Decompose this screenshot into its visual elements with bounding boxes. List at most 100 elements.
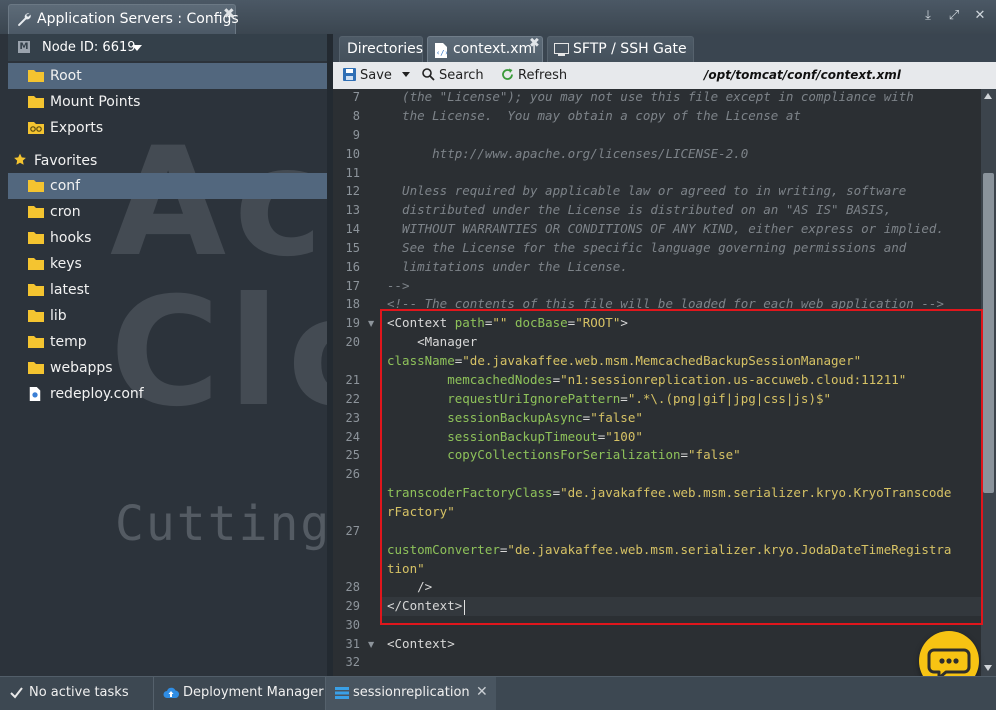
favorite-item-label: cron — [50, 204, 81, 220]
favorite-item-label: redeploy.conf — [50, 386, 144, 402]
star-icon — [14, 153, 26, 165]
favorites-header[interactable]: Favorites — [8, 148, 327, 174]
line-number: 12 — [345, 184, 360, 198]
tab-label: Directories — [347, 41, 424, 57]
favorite-item-redeploy-conf[interactable]: redeploy.conf — [8, 381, 327, 407]
favorite-item-latest[interactable]: latest — [8, 277, 327, 303]
save-button[interactable]: Save — [343, 68, 411, 83]
tree-item-label: Mount Points — [50, 94, 141, 110]
scroll-thumb[interactable] — [983, 173, 994, 493]
code-line: (the "License"); you may not use this fi… — [387, 89, 914, 104]
window-title-tab[interactable]: Application Servers : Configs ✖ — [8, 4, 239, 34]
folder-icon — [28, 70, 44, 82]
line-number: 7 — [352, 90, 360, 104]
config-file-icon — [29, 387, 41, 401]
tree-item-label: Root — [50, 68, 82, 84]
node-icon: M — [18, 41, 30, 53]
favorite-item-label: lib — [50, 308, 67, 324]
close-window-icon[interactable]: ✕ — [972, 8, 988, 24]
editor-scrollbar[interactable] — [981, 89, 996, 676]
scroll-up-icon[interactable] — [984, 93, 992, 99]
window-title: Application Servers : Configs — [37, 11, 239, 27]
line-number: 32 — [345, 655, 360, 669]
close-icon[interactable]: ✕ — [476, 684, 488, 700]
line-number: 27 — [345, 524, 360, 538]
editor-toolbar: Save Search Refresh /opt/tomcat/conf/con… — [333, 62, 996, 90]
environment-tab-label: sessionreplication — [353, 685, 470, 700]
favorite-item-label: webapps — [50, 360, 113, 376]
scroll-down-icon[interactable] — [984, 665, 992, 671]
folder-icon — [28, 336, 44, 348]
xml-file-icon: ‹/› — [435, 43, 448, 58]
favorite-item-webapps[interactable]: webapps — [8, 355, 327, 381]
favorite-item-cron[interactable]: cron — [8, 199, 327, 225]
line-number: 21 — [345, 373, 360, 387]
line-number: 16 — [345, 260, 360, 274]
tab-label: context.xml — [453, 41, 537, 57]
fold-arrow-icon[interactable]: ▼ — [368, 319, 374, 328]
terminal-icon — [554, 43, 569, 56]
node-selector[interactable]: M Node ID: 6619 — [8, 34, 327, 61]
folder-icon — [28, 258, 44, 270]
close-icon[interactable]: ✖ — [223, 6, 235, 22]
favorite-item-label: keys — [50, 256, 82, 272]
search-button[interactable]: Search — [422, 68, 484, 83]
line-number: 18 — [345, 297, 360, 311]
favorite-item-hooks[interactable]: hooks — [8, 225, 327, 251]
search-icon — [422, 68, 435, 81]
line-number: 23 — [345, 411, 360, 425]
favorite-item-temp[interactable]: temp — [8, 329, 327, 355]
tree-item-root[interactable]: Root — [8, 63, 327, 89]
line-number: 30 — [345, 618, 360, 632]
refresh-button[interactable]: Refresh — [501, 68, 567, 83]
folder-icon — [28, 232, 44, 244]
favorite-item-label: latest — [50, 282, 90, 298]
close-tab-icon[interactable]: ✖ — [529, 36, 540, 51]
code-line: See the License for the specific languag… — [387, 240, 907, 255]
expand-icon[interactable]: ⤢ — [946, 8, 962, 24]
line-number: 14 — [345, 222, 360, 236]
highlight-annotation-box — [380, 309, 983, 625]
refresh-label: Refresh — [518, 68, 568, 83]
fold-arrow-icon[interactable]: ▼ — [368, 640, 374, 649]
line-number: 15 — [345, 241, 360, 255]
deployment-manager-button[interactable]: Deployment Manager — [154, 677, 326, 710]
folder-icon — [28, 96, 44, 108]
bottom-task-bar: No active tasks Deployment Manager sessi… — [0, 676, 996, 710]
line-number: 28 — [345, 580, 360, 594]
download-icon[interactable]: ⤓ — [920, 8, 936, 24]
line-number: 13 — [345, 203, 360, 217]
tab-directories[interactable]: Directories — [339, 36, 423, 62]
favorite-item-conf[interactable]: conf — [8, 173, 327, 199]
tab-sftp-ssh-gate[interactable]: SFTP / SSH Gate — [547, 36, 694, 62]
cloud-upload-icon — [163, 687, 179, 699]
tree-item-exports[interactable]: Exports — [8, 115, 327, 141]
code-line: WITHOUT WARRANTIES OR CONDITIONS OF ANY … — [387, 221, 944, 236]
save-icon — [343, 68, 356, 81]
line-number: 26 — [345, 467, 360, 481]
favorite-item-lib[interactable]: lib — [8, 303, 327, 329]
exports-icon — [28, 122, 44, 134]
line-number: 20 — [345, 335, 360, 349]
task-status[interactable]: No active tasks — [0, 677, 154, 710]
folder-icon — [28, 206, 44, 218]
chevron-down-icon[interactable] — [402, 72, 411, 77]
code-line: the License. You may obtain a copy of th… — [387, 108, 801, 123]
search-label: Search — [439, 68, 484, 83]
svg-text:‹/›: ‹/› — [436, 49, 448, 57]
line-number: 19 — [345, 316, 360, 330]
environment-tab-sessionreplication[interactable]: sessionreplication ✕ — [326, 677, 496, 710]
save-label: Save — [360, 68, 392, 83]
node-label: Node ID: 6619 — [42, 40, 136, 55]
environment-icon — [335, 687, 349, 699]
chevron-down-icon[interactable] — [132, 45, 142, 51]
code-line: distributed under the License is distrib… — [387, 202, 892, 217]
favorite-item-label: temp — [50, 334, 87, 350]
tree-item-mount-points[interactable]: Mount Points — [8, 89, 327, 115]
code-line: limitations under the License. — [387, 259, 628, 274]
folder-icon — [28, 310, 44, 322]
favorite-item-keys[interactable]: keys — [8, 251, 327, 277]
deployment-manager-label: Deployment Manager — [183, 685, 324, 700]
tab-context-xml[interactable]: ‹/› context.xml ✖ — [427, 36, 543, 62]
line-number: 10 — [345, 147, 360, 161]
